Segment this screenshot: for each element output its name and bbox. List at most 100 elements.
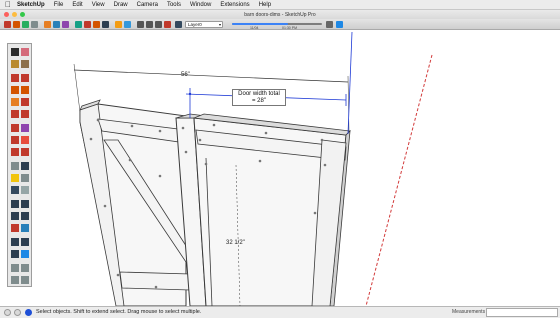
orbit-icon[interactable] [11,200,19,208]
help-icon[interactable] [25,309,32,316]
warehouse-icon[interactable] [21,264,29,272]
push-pull-tool-icon[interactable] [75,21,82,28]
menu-extensions[interactable]: Extensions [220,0,249,10]
tape-measure-tool-icon[interactable] [115,21,122,28]
blue-endpoint-left [188,92,192,96]
measurement-tooltip: Door width total = 28" [232,89,286,106]
shadow-time-slider[interactable] [232,23,322,25]
menu-file[interactable]: File [54,0,64,10]
arc-icon[interactable] [11,110,19,118]
main-toolbar: Layer0 ▾ 11/04 01:30 PM [0,19,560,30]
extension-warehouse-icon[interactable] [11,276,19,284]
layers-icon[interactable] [175,21,182,28]
protractor-icon[interactable] [11,174,19,182]
freehand-icon[interactable] [21,74,29,82]
orbit-tool-icon[interactable] [137,21,144,28]
look-around-icon[interactable] [21,238,29,246]
zoom-tool-icon[interactable] [155,21,162,28]
rotated-rectangle-icon[interactable] [21,86,29,94]
menu-edit[interactable]: Edit [72,0,82,10]
window-titlebar: barn doors-dims - SketchUp Pro [0,10,560,19]
close-window-button[interactable] [4,12,9,17]
shadows-toggle-icon[interactable] [326,21,333,28]
layer-select-value: Layer0 [188,22,202,27]
zoom-window-button[interactable] [20,12,25,17]
pie-icon[interactable] [21,110,29,118]
zoom-extents-icon[interactable] [164,21,171,28]
shadow-time-label: 01:30 PM [282,26,297,30]
tooltip-line-1: Door width total [238,91,280,97]
measurements-label: Measurements [452,309,486,315]
shadow-date-label: 11/04 [250,26,259,30]
circle-tool-icon[interactable] [53,21,60,28]
section-plane-icon[interactable] [336,21,343,28]
3d-text-icon[interactable] [21,186,29,194]
rotate-icon[interactable] [11,136,19,144]
position-camera-icon[interactable] [11,238,19,246]
rectangle-icon[interactable] [11,86,19,94]
menu-view[interactable]: View [92,0,105,10]
section-plane-tool-icon[interactable] [21,250,29,258]
eraser-icon[interactable] [21,48,29,56]
width-dimension-line [73,69,349,83]
move-tool-icon[interactable] [84,21,91,28]
text-tool-icon[interactable] [124,21,131,28]
minimize-window-button[interactable] [12,12,17,17]
line-icon[interactable] [11,74,19,82]
line-tool-icon[interactable] [31,21,38,28]
offset-icon[interactable] [21,148,29,156]
tape-measure-icon[interactable] [11,162,19,170]
window-title: barn doors-dims - SketchUp Pro [244,11,316,18]
zoom-icon[interactable] [11,212,19,220]
tooltip-line-2: = 28" [252,98,266,104]
shadow-time-fill [232,23,288,25]
eraser-tool-icon[interactable] [13,21,20,28]
layer-select[interactable]: Layer0 ▾ [185,21,223,28]
circle-icon[interactable] [11,98,19,106]
axes-icon[interactable] [11,186,19,194]
move-icon[interactable] [11,124,19,132]
previous-view-icon[interactable] [21,224,29,232]
layout-icon[interactable] [21,276,29,284]
blue-guide-line [347,31,353,135]
measurements-input[interactable] [486,308,558,317]
menubar:  SketchUp File Edit View Draw Camera To… [0,0,560,10]
zoom-extents-tool-icon[interactable] [11,224,19,232]
height-dimension-label: 32 1/2" [226,240,245,246]
pan-tool-icon[interactable] [146,21,153,28]
menu-camera[interactable]: Camera [137,0,158,10]
polygon-icon[interactable] [21,98,29,106]
menu-help[interactable]: Help [259,0,271,10]
tool-palette [7,43,32,287]
menu-tools[interactable]: Tools [167,0,181,10]
paint-tool-icon[interactable] [22,21,29,28]
model-drawing [73,31,433,306]
scale-icon[interactable] [11,148,19,156]
scale-tool-icon[interactable] [102,21,109,28]
credits-status-icon[interactable] [14,309,21,316]
make-component-icon[interactable] [21,60,29,68]
menu-draw[interactable]: Draw [114,0,128,10]
select-arrow-icon[interactable] [11,48,19,56]
zoom-window-icon[interactable] [21,212,29,220]
follow-me-icon[interactable] [21,136,29,144]
status-bar: Select objects. Shift to extend select. … [0,306,560,318]
rectangle-tool-icon[interactable] [44,21,51,28]
width-dimension-label: 56" [181,72,190,78]
geo-location-icon[interactable] [11,264,19,272]
geo-location-status-icon[interactable] [4,309,11,316]
select-tool-icon[interactable] [4,21,11,28]
push-pull-icon[interactable] [21,124,29,132]
dimension-icon[interactable] [21,162,29,170]
walk-icon[interactable] [11,250,19,258]
status-text: Select objects. Shift to extend select. … [36,309,202,315]
apple-icon[interactable]:  [5,0,11,10]
rotate-tool-icon[interactable] [93,21,100,28]
paint-bucket-icon[interactable] [11,60,19,68]
menu-window[interactable]: Window [190,0,211,10]
arc-tool-icon[interactable] [62,21,69,28]
model-viewport[interactable]: 56" 32 1/2" [0,31,560,306]
menu-app-sketchup[interactable]: SketchUp [17,0,45,10]
text-icon[interactable] [21,174,29,182]
pan-icon[interactable] [21,200,29,208]
